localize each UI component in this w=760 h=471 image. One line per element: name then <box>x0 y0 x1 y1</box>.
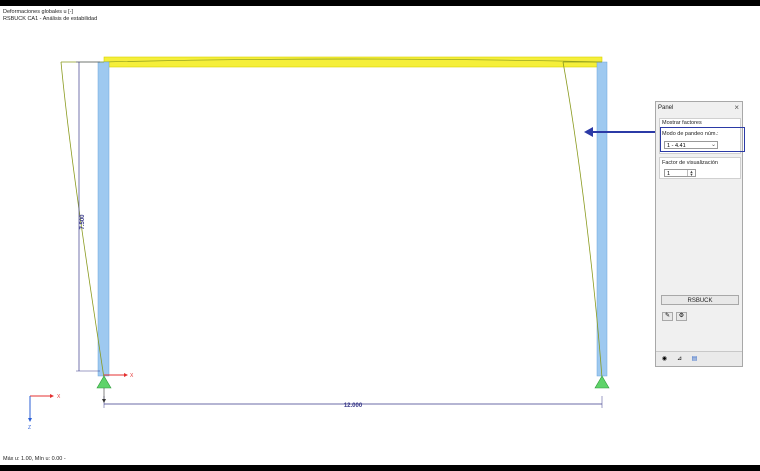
structure-canvas: 7.500 12.000 X X Z <box>28 56 655 431</box>
width-dimension-label: 12.000 <box>344 403 363 409</box>
left-support-icon <box>96 375 112 389</box>
mostrar-factores-section: Mostrar factores Modo de pandeo núm.: 1 … <box>659 118 745 154</box>
mode-dropdown[interactable]: 1 - 4.41 ⌄ <box>664 141 718 149</box>
global-axes-icon: X Z <box>28 394 61 431</box>
factor-label: Factor de visualización <box>662 160 718 166</box>
settings-icon[interactable]: ⚙ <box>676 312 687 321</box>
height-dimension-label: 7.500 <box>80 214 86 230</box>
panel-title: Panel <box>658 105 674 111</box>
rsbuck-button[interactable]: RSBUCK <box>661 295 739 305</box>
left-column <box>97 61 110 377</box>
right-support-icon <box>594 375 610 389</box>
local-x-label: X <box>130 373 134 379</box>
panel-tab-edit-icon[interactable]: ⊿ <box>675 355 684 363</box>
spinner-arrows-icon[interactable]: ▲ ▼ <box>687 170 695 177</box>
close-icon[interactable]: × <box>734 103 739 112</box>
mode-label: Modo de pandeo núm.: <box>662 131 719 137</box>
factor-value: 1 <box>667 171 671 177</box>
factor-spinner[interactable]: 1 ▲ ▼ <box>664 169 696 177</box>
panel-tab-color-scale-icon[interactable]: ▤ <box>690 355 699 363</box>
factor-section: Factor de visualización 1 ▲ ▼ <box>659 157 741 179</box>
panel-tabbar: ◉ ⊿ ▤ <box>656 351 742 366</box>
model-viewport[interactable]: Deformaciones globales u [-] RSBUCK CA1 … <box>0 6 760 465</box>
section-title: Mostrar factores <box>662 120 702 126</box>
mode-dropdown-value: 1 - 4.41 <box>667 143 686 149</box>
control-panel: Panel × Mostrar factores Modo de pandeo … <box>655 101 745 367</box>
chevron-down-icon: ⌄ <box>710 142 716 148</box>
right-column <box>596 61 608 377</box>
deformed-right-column <box>562 61 603 379</box>
panel-tab-display-icon[interactable]: ◉ <box>660 355 669 363</box>
svg-text:X: X <box>57 394 61 400</box>
callout-arrowhead <box>584 127 593 137</box>
beam <box>103 56 603 68</box>
status-footer: Máx u: 1.00, Mín u: 0.00 - <box>3 456 66 462</box>
svg-text:Z: Z <box>28 425 31 431</box>
edit-icon[interactable]: ✎ <box>662 312 673 321</box>
